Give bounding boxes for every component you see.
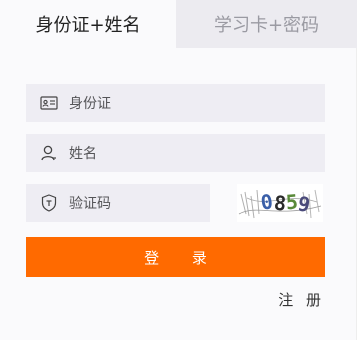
verification-code-input[interactable]: 验证码 (26, 184, 210, 222)
tab-card-password[interactable]: 学习卡+密码 (176, 0, 357, 48)
name-input[interactable]: 姓名 (26, 134, 325, 172)
id-number-placeholder: 身份证 (69, 96, 111, 112)
login-tabs: 身份证+姓名 学习卡+密码 (0, 0, 357, 48)
id-card-icon (40, 94, 58, 112)
register-link[interactable]: 注 册 (278, 289, 325, 310)
id-number-input[interactable]: 身份证 (26, 84, 325, 122)
login-panel: 身份证+姓名 学习卡+密码 身份证 姓名 验证码 0 8 5 9 登 录 注 册 (0, 0, 357, 340)
name-placeholder: 姓名 (69, 146, 97, 162)
login-button[interactable]: 登 录 (26, 237, 325, 277)
user-icon (40, 144, 58, 162)
shield-icon (40, 194, 58, 212)
tab-id-name[interactable]: 身份证+姓名 (0, 0, 176, 48)
captcha-image[interactable]: 0 8 5 9 (237, 184, 323, 222)
verification-code-placeholder: 验证码 (69, 196, 111, 212)
